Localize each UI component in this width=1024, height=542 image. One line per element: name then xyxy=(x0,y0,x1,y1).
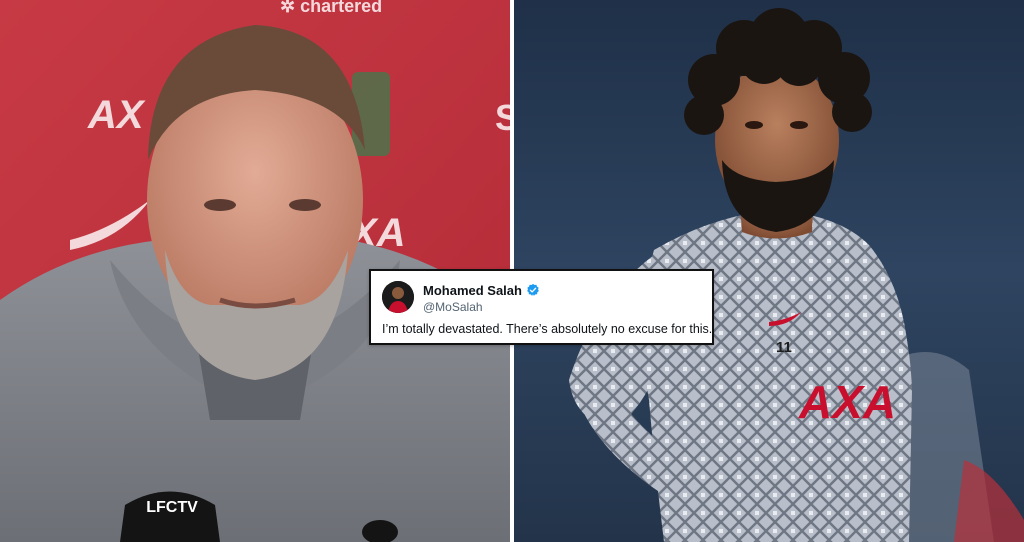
svg-text:✲ chartered: ✲ chartered xyxy=(280,0,382,16)
svg-text:S: S xyxy=(495,97,510,138)
tweet-avatar[interactable] xyxy=(382,281,414,313)
shirt-sponsor: AXA xyxy=(798,376,896,428)
svg-text:AX: AX xyxy=(87,93,146,137)
verified-badge-icon xyxy=(527,283,539,296)
tweet-text: I’m totally devastated. There’s absolute… xyxy=(382,322,713,336)
tweet-card[interactable]: Mohamed Salah @MoSalah I’m totally devas… xyxy=(369,269,714,345)
tweet-author-name-row[interactable]: Mohamed Salah xyxy=(423,283,540,298)
avatar-image xyxy=(382,281,414,313)
mic-label: LFCTV xyxy=(146,499,198,516)
tweet-author-handle[interactable]: @MoSalah xyxy=(423,300,483,314)
tweet-author-name[interactable]: Mohamed Salah xyxy=(423,283,522,298)
shirt-number: 11 xyxy=(776,339,792,356)
